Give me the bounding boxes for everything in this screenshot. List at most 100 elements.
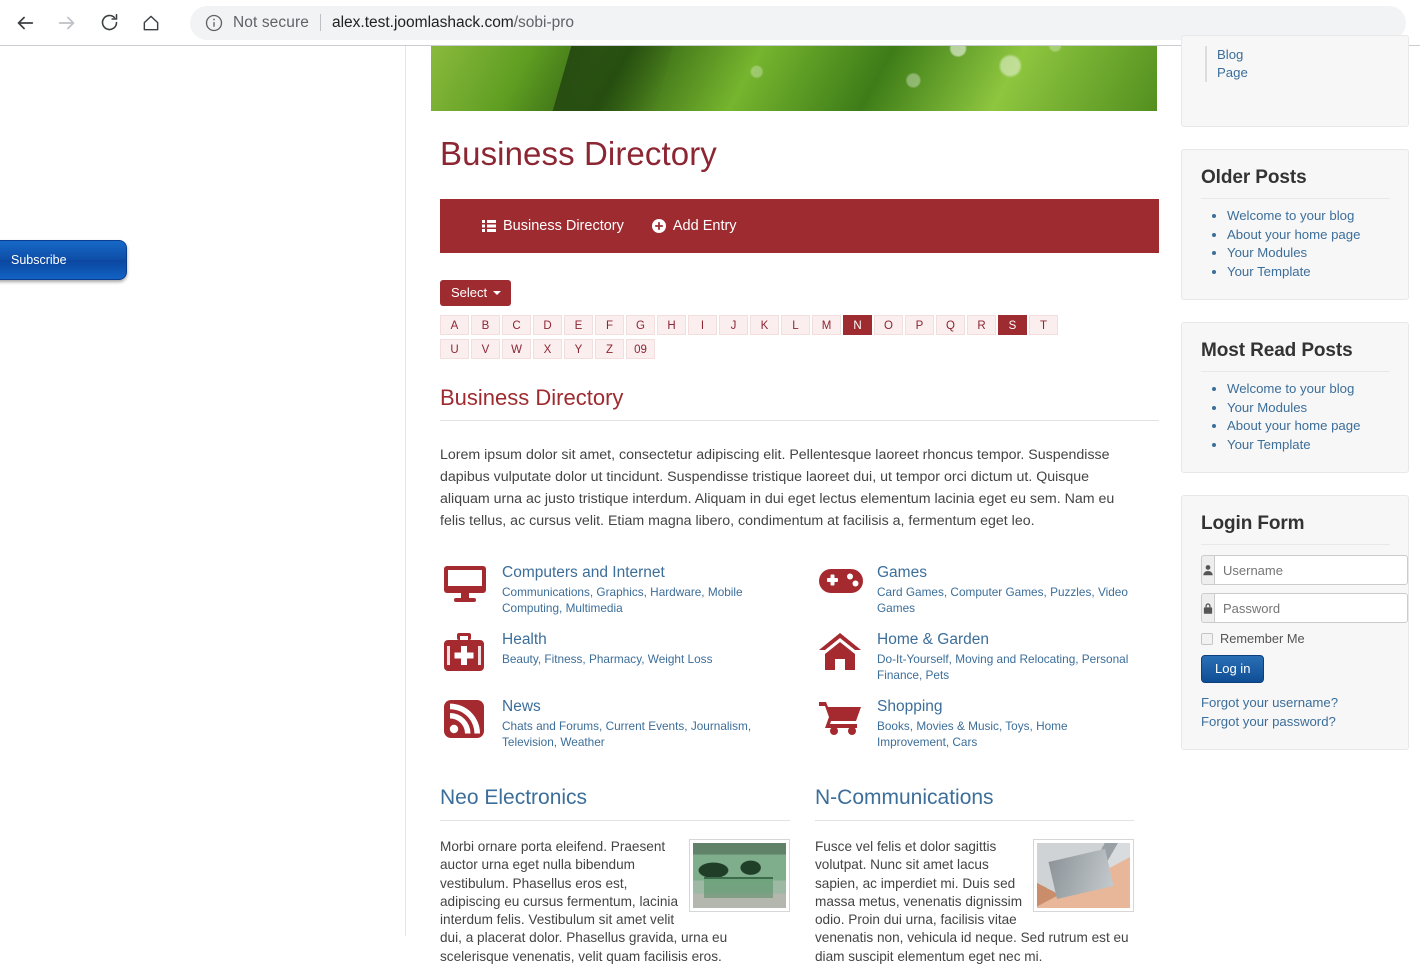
toolbar-business-directory[interactable]: Business Directory	[482, 218, 624, 234]
category-subcategories[interactable]: Communications, Graphics, Hardware, Mobi…	[502, 585, 762, 616]
most-read-link[interactable]: Welcome to your blog	[1227, 380, 1390, 399]
forgot-password-link[interactable]: Forgot your password?	[1201, 713, 1390, 732]
right-sidebar: BlogPage Older Posts Welcome to your blo…	[1181, 35, 1409, 772]
subscribe-label: Subscribe	[11, 253, 67, 267]
list-icon	[482, 220, 496, 232]
username-field-group	[1201, 555, 1408, 585]
most-read-link[interactable]: About your home page	[1227, 417, 1390, 436]
alphabet-letter-g[interactable]: G	[626, 315, 655, 335]
entry-title[interactable]: Neo Electronics	[440, 786, 790, 821]
subscribe-button[interactable]: Subscribe	[0, 240, 127, 280]
entry-title[interactable]: N-Communications	[815, 786, 1134, 821]
alphabet-letter-l[interactable]: L	[781, 315, 810, 335]
password-field-group	[1201, 593, 1408, 623]
category-name[interactable]: Health	[502, 631, 712, 649]
entry-thumbnail[interactable]	[1033, 839, 1134, 912]
remember-me-row[interactable]: Remember Me	[1201, 631, 1390, 646]
password-input[interactable]	[1214, 593, 1408, 623]
alphabet-index: A B C D E F G H I J K L M N O P Q R S T U V W X Y Z 09	[440, 315, 1159, 363]
sidebar-nav-module: Blog Page	[1181, 35, 1409, 127]
older-post-link[interactable]: Your Modules	[1227, 244, 1390, 263]
most-read-link[interactable]: Your Template	[1227, 436, 1390, 455]
entry-item: Neo Electronics Morbi ornare porta eleife…	[440, 786, 815, 966]
alphabet-letter-u[interactable]: U	[440, 339, 469, 359]
alphabet-letter-z[interactable]: Z	[595, 339, 624, 359]
alphabet-letter-q[interactable]: Q	[936, 315, 965, 335]
url-path: /sobi-pro	[513, 13, 575, 31]
category-name[interactable]: Games	[877, 564, 1137, 582]
alphabet-letter-s[interactable]: S	[998, 315, 1027, 335]
category-name[interactable]: Shopping	[877, 698, 1137, 716]
category-subcategories[interactable]: Chats and Forums, Current Events, Journa…	[502, 719, 762, 750]
chevron-down-icon	[493, 290, 502, 295]
alphabet-letter-09[interactable]: 09	[626, 339, 655, 359]
alphabet-letter-x[interactable]: X	[533, 339, 562, 359]
alphabet-letter-c[interactable]: C	[502, 315, 531, 335]
entry-list: Neo Electronics Morbi ornare porta eleife…	[440, 786, 1159, 966]
alphabet-letter-a[interactable]: A	[440, 315, 469, 335]
alphabet-letter-r[interactable]: R	[967, 315, 996, 335]
older-post-link[interactable]: Your Template	[1227, 263, 1390, 282]
sidebar-nav-link[interactable]: Page	[1217, 64, 1390, 82]
user-icon	[1201, 555, 1214, 585]
remember-me-label: Remember Me	[1220, 631, 1305, 646]
category-name[interactable]: Computers and Internet	[502, 564, 762, 582]
category-subcategories[interactable]: Beauty, Fitness, Pharmacy, Weight Loss	[502, 652, 712, 668]
alphabet-letter-m[interactable]: M	[812, 315, 841, 335]
category-name[interactable]: Home & Garden	[877, 631, 1137, 649]
nested-nav-list: Blog Page	[1205, 46, 1390, 82]
back-arrow-icon	[14, 12, 36, 34]
alphabet-letter-v[interactable]: V	[471, 339, 500, 359]
sidebar-module-most-read: Most Read Posts Welcome to your blogYour…	[1181, 322, 1409, 473]
sidebar-module-login-form: Login Form Remember Me	[1181, 495, 1409, 750]
remember-me-checkbox[interactable]	[1201, 632, 1213, 645]
omnibox-divider	[319, 14, 321, 31]
category-subcategories[interactable]: Books, Movies & Music, Toys, Home Improv…	[877, 719, 1137, 750]
entry-item: N-Communications Fusce vel felis et dolor…	[815, 786, 1159, 966]
home-button[interactable]	[134, 6, 168, 40]
hero-leaf-graphic	[431, 46, 1157, 111]
toolbar-add-entry[interactable]: Add Entry	[651, 218, 737, 234]
category-subcategories[interactable]: Card Games, Computer Games, Puzzles, Vid…	[877, 585, 1137, 616]
most-read-link[interactable]: Your Modules	[1227, 399, 1390, 418]
info-circle-icon[interactable]	[204, 13, 224, 33]
older-posts-title: Older Posts	[1201, 167, 1390, 199]
category-grid: Computers and Internet Communications, Gr…	[440, 563, 1159, 764]
alphabet-letter-n[interactable]: N	[843, 315, 872, 335]
alphabet-letter-o[interactable]: O	[874, 315, 903, 335]
older-post-link[interactable]: Welcome to your blog	[1227, 207, 1390, 226]
reload-button[interactable]	[92, 6, 126, 40]
alphabet-letter-j[interactable]: J	[719, 315, 748, 335]
older-post-link[interactable]: About your home page	[1227, 226, 1390, 245]
shopping-cart-icon	[815, 697, 877, 750]
back-button[interactable]	[8, 6, 42, 40]
lock-icon	[1201, 593, 1214, 623]
username-input[interactable]	[1214, 555, 1408, 585]
url-text: alex.test.joomlashack.com/sobi-pro	[332, 14, 574, 32]
alphabet-letter-d[interactable]: D	[533, 315, 562, 335]
alphabet-letter-p[interactable]: P	[905, 315, 934, 335]
entry-text: Morbi ornare porta eleifend. Praesent au…	[440, 839, 728, 964]
forward-button[interactable]	[50, 6, 84, 40]
login-button[interactable]: Log in	[1201, 655, 1265, 683]
category-name[interactable]: News	[502, 698, 762, 716]
page-title: Business Directory	[440, 135, 717, 172]
entry-thumbnail[interactable]	[689, 839, 790, 912]
alphabet-letter-f[interactable]: F	[595, 315, 624, 335]
alphabet-letter-e[interactable]: E	[564, 315, 593, 335]
alphabet-letter-t[interactable]: T	[1029, 315, 1058, 335]
alphabet-letter-w[interactable]: W	[502, 339, 531, 359]
sidebar-nav-link[interactable]: Blog	[1217, 46, 1390, 64]
category-body: News Chats and Forums, Current Events, Jo…	[502, 697, 762, 750]
forgot-username-link[interactable]: Forgot your username?	[1201, 694, 1390, 713]
alphabet-letter-y[interactable]: Y	[564, 339, 593, 359]
alphabet-letter-k[interactable]: K	[750, 315, 779, 335]
site-content: Business Directory Business Directory Ad…	[405, 35, 1420, 964]
select-dropdown-button[interactable]: Select	[440, 280, 512, 306]
category-subcategories[interactable]: Do-It-Yourself, Moving and Relocating, P…	[877, 652, 1137, 683]
category-cell: Computers and Internet Communications, Gr…	[440, 563, 815, 630]
alphabet-letter-h[interactable]: H	[657, 315, 686, 335]
most-read-title: Most Read Posts	[1201, 340, 1390, 372]
alphabet-letter-b[interactable]: B	[471, 315, 500, 335]
alphabet-letter-i[interactable]: I	[688, 315, 717, 335]
